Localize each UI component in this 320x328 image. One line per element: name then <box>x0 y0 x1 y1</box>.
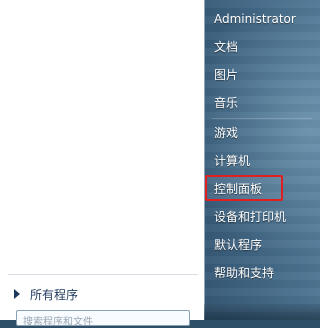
right-separator <box>212 118 312 119</box>
expand-arrow-icon <box>14 289 20 299</box>
start-menu-left-pane: 所有程序 搜索程序和文件 <box>0 0 205 328</box>
help-and-support-item[interactable]: 帮助和支持 <box>214 264 274 282</box>
music-item[interactable]: 音乐 <box>214 94 238 112</box>
computer-item[interactable]: 计算机 <box>214 152 250 170</box>
documents-item[interactable]: 文档 <box>214 38 238 56</box>
user-name-item[interactable]: Administrator <box>214 10 296 28</box>
all-programs-label: 所有程序 <box>30 287 79 302</box>
devices-and-printers-item[interactable]: 设备和打印机 <box>214 208 286 226</box>
games-item[interactable]: 游戏 <box>214 124 238 142</box>
pictures-item[interactable]: 图片 <box>214 66 238 84</box>
search-input[interactable]: 搜索程序和文件 <box>16 310 190 328</box>
control-panel-item[interactable]: 控制面板 <box>214 180 262 198</box>
search-placeholder: 搜索程序和文件 <box>23 317 93 328</box>
default-programs-item[interactable]: 默认程序 <box>214 236 262 254</box>
all-programs-button[interactable]: 所有程序 <box>10 284 200 304</box>
right-bottom-strip <box>204 304 320 320</box>
left-pane-separator <box>8 274 198 275</box>
